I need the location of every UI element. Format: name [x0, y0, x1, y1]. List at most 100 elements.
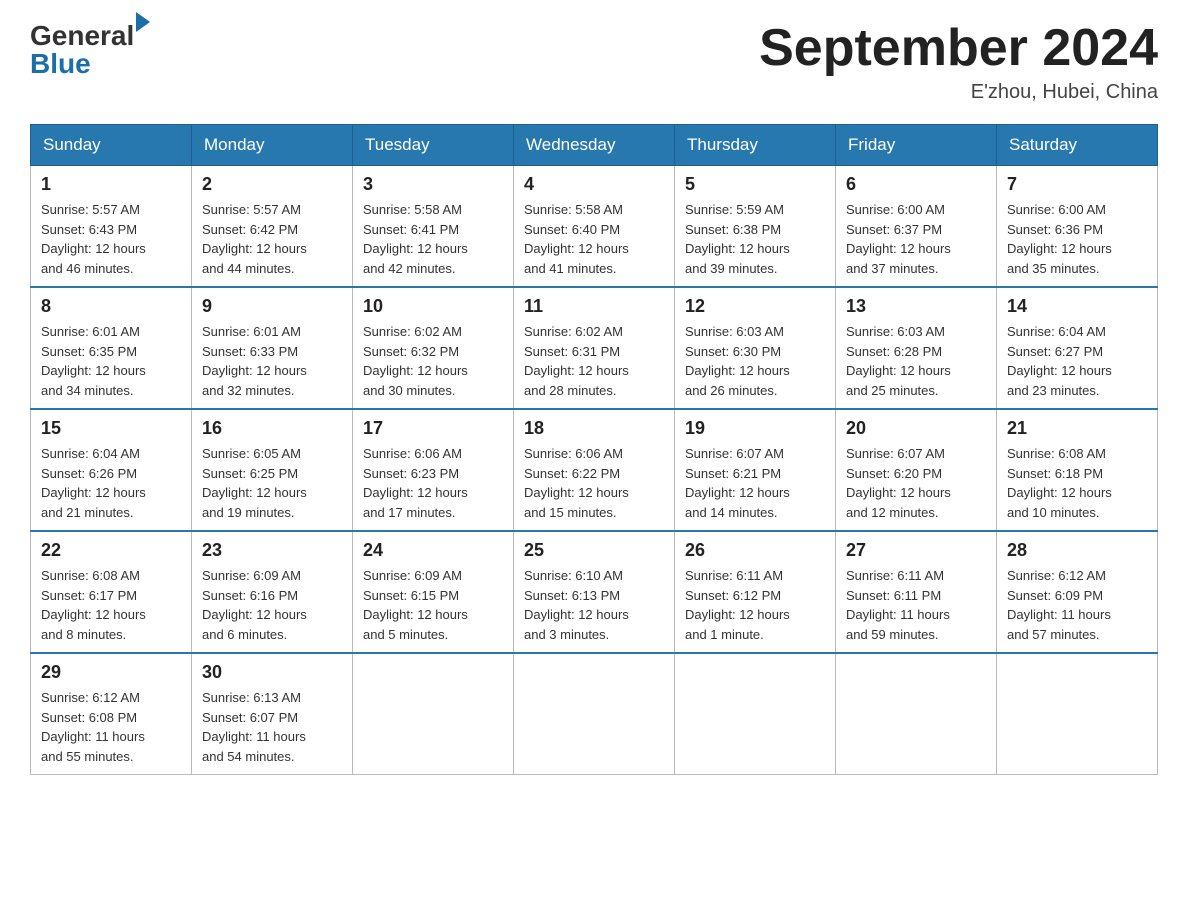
daylight-info-line2: and 21 minutes.	[41, 505, 134, 520]
page-header: General Blue September 2024 E'zhou, Hube…	[30, 20, 1158, 104]
daylight-info-line1: Daylight: 12 hours	[685, 241, 790, 256]
weekday-header-sunday: Sunday	[31, 125, 192, 166]
day-number: 29	[41, 662, 181, 683]
calendar-cell: 16Sunrise: 6:05 AMSunset: 6:25 PMDayligh…	[192, 409, 353, 531]
calendar-cell: 12Sunrise: 6:03 AMSunset: 6:30 PMDayligh…	[675, 287, 836, 409]
day-number: 27	[846, 540, 986, 561]
daylight-info-line2: and 17 minutes.	[363, 505, 456, 520]
daylight-info-line2: and 37 minutes.	[846, 261, 939, 276]
sunset-info: Sunset: 6:41 PM	[363, 222, 459, 237]
day-info: Sunrise: 6:08 AMSunset: 6:18 PMDaylight:…	[1007, 444, 1147, 522]
day-number: 16	[202, 418, 342, 439]
day-info: Sunrise: 6:10 AMSunset: 6:13 PMDaylight:…	[524, 566, 664, 644]
daylight-info-line1: Daylight: 11 hours	[202, 729, 306, 744]
day-number: 17	[363, 418, 503, 439]
daylight-info-line1: Daylight: 12 hours	[41, 363, 146, 378]
sunset-info: Sunset: 6:21 PM	[685, 466, 781, 481]
sunset-info: Sunset: 6:17 PM	[41, 588, 137, 603]
daylight-info-line1: Daylight: 12 hours	[524, 363, 629, 378]
day-info: Sunrise: 6:01 AMSunset: 6:35 PMDaylight:…	[41, 322, 181, 400]
daylight-info-line1: Daylight: 11 hours	[846, 607, 950, 622]
daylight-info-line2: and 42 minutes.	[363, 261, 456, 276]
logo-general-text: General	[30, 20, 134, 51]
day-info: Sunrise: 6:03 AMSunset: 6:30 PMDaylight:…	[685, 322, 825, 400]
sunrise-info: Sunrise: 5:57 AM	[202, 202, 301, 217]
sunrise-info: Sunrise: 6:05 AM	[202, 446, 301, 461]
sunset-info: Sunset: 6:40 PM	[524, 222, 620, 237]
calendar-cell: 10Sunrise: 6:02 AMSunset: 6:32 PMDayligh…	[353, 287, 514, 409]
day-number: 18	[524, 418, 664, 439]
calendar-cell	[514, 653, 675, 775]
sunrise-info: Sunrise: 6:06 AM	[524, 446, 623, 461]
calendar-cell: 30Sunrise: 6:13 AMSunset: 6:07 PMDayligh…	[192, 653, 353, 775]
weekday-header-saturday: Saturday	[997, 125, 1158, 166]
daylight-info-line1: Daylight: 12 hours	[524, 241, 629, 256]
calendar-cell: 21Sunrise: 6:08 AMSunset: 6:18 PMDayligh…	[997, 409, 1158, 531]
day-info: Sunrise: 6:08 AMSunset: 6:17 PMDaylight:…	[41, 566, 181, 644]
calendar-cell: 7Sunrise: 6:00 AMSunset: 6:36 PMDaylight…	[997, 166, 1158, 288]
calendar-cell: 6Sunrise: 6:00 AMSunset: 6:37 PMDaylight…	[836, 166, 997, 288]
day-info: Sunrise: 6:12 AMSunset: 6:09 PMDaylight:…	[1007, 566, 1147, 644]
day-number: 13	[846, 296, 986, 317]
day-number: 26	[685, 540, 825, 561]
sunrise-info: Sunrise: 6:03 AM	[685, 324, 784, 339]
sunset-info: Sunset: 6:27 PM	[1007, 344, 1103, 359]
day-number: 11	[524, 296, 664, 317]
sunset-info: Sunset: 6:30 PM	[685, 344, 781, 359]
calendar-cell: 28Sunrise: 6:12 AMSunset: 6:09 PMDayligh…	[997, 531, 1158, 653]
daylight-info-line2: and 25 minutes.	[846, 383, 939, 398]
calendar-cell: 8 Sunrise: 6:01 AMSunset: 6:35 PMDaylight…	[31, 287, 192, 409]
daylight-info-line1: Daylight: 12 hours	[846, 485, 951, 500]
daylight-info-line1: Daylight: 11 hours	[1007, 607, 1111, 622]
daylight-info-line2: and 32 minutes.	[202, 383, 295, 398]
sunrise-info: Sunrise: 5:57 AM	[41, 202, 140, 217]
daylight-info-line2: and 39 minutes.	[685, 261, 778, 276]
sunrise-info: Sunrise: 6:03 AM	[846, 324, 945, 339]
sunrise-info: Sunrise: 6:12 AM	[41, 690, 140, 705]
sunset-info: Sunset: 6:25 PM	[202, 466, 298, 481]
sunrise-info: Sunrise: 6:01 AM	[41, 324, 140, 339]
day-info: Sunrise: 6:04 AMSunset: 6:26 PMDaylight:…	[41, 444, 181, 522]
day-number: 6	[846, 174, 986, 195]
day-info: Sunrise: 6:09 AMSunset: 6:16 PMDaylight:…	[202, 566, 342, 644]
daylight-info-line1: Daylight: 12 hours	[363, 485, 468, 500]
calendar-cell: 13Sunrise: 6:03 AMSunset: 6:28 PMDayligh…	[836, 287, 997, 409]
daylight-info-line2: and 8 minutes.	[41, 627, 126, 642]
daylight-info-line1: Daylight: 12 hours	[524, 485, 629, 500]
sunrise-info: Sunrise: 5:59 AM	[685, 202, 784, 217]
sunset-info: Sunset: 6:09 PM	[1007, 588, 1103, 603]
day-number: 1	[41, 174, 181, 195]
sunset-info: Sunset: 6:20 PM	[846, 466, 942, 481]
calendar-cell: 24Sunrise: 6:09 AMSunset: 6:15 PMDayligh…	[353, 531, 514, 653]
sunrise-info: Sunrise: 6:04 AM	[1007, 324, 1106, 339]
day-number: 9	[202, 296, 342, 317]
sunrise-info: Sunrise: 6:02 AM	[524, 324, 623, 339]
day-number: 8	[41, 296, 181, 317]
calendar-cell	[353, 653, 514, 775]
month-year-title: September 2024	[759, 20, 1158, 77]
day-number: 7	[1007, 174, 1147, 195]
day-number: 19	[685, 418, 825, 439]
sunset-info: Sunset: 6:11 PM	[846, 588, 941, 603]
daylight-info-line1: Daylight: 12 hours	[41, 485, 146, 500]
sunset-info: Sunset: 6:26 PM	[41, 466, 137, 481]
daylight-info-line2: and 10 minutes.	[1007, 505, 1100, 520]
daylight-info-line1: Daylight: 12 hours	[202, 607, 307, 622]
sunset-info: Sunset: 6:22 PM	[524, 466, 620, 481]
day-info: Sunrise: 6:04 AMSunset: 6:27 PMDaylight:…	[1007, 322, 1147, 400]
calendar-cell: 5Sunrise: 5:59 AMSunset: 6:38 PMDaylight…	[675, 166, 836, 288]
daylight-info-line2: and 3 minutes.	[524, 627, 609, 642]
daylight-info-line1: Daylight: 12 hours	[524, 607, 629, 622]
calendar-cell: 29Sunrise: 6:12 AMSunset: 6:08 PMDayligh…	[31, 653, 192, 775]
calendar-cell	[997, 653, 1158, 775]
weekday-header-tuesday: Tuesday	[353, 125, 514, 166]
sunrise-info: Sunrise: 6:13 AM	[202, 690, 301, 705]
sunset-info: Sunset: 6:08 PM	[41, 710, 137, 725]
sunset-info: Sunset: 6:36 PM	[1007, 222, 1103, 237]
sunset-info: Sunset: 6:23 PM	[363, 466, 459, 481]
day-number: 4	[524, 174, 664, 195]
day-info: Sunrise: 6:06 AM Sunset: 6:22 PM Daylight:…	[524, 444, 664, 522]
sunset-info: Sunset: 6:32 PM	[363, 344, 459, 359]
day-number: 5	[685, 174, 825, 195]
sunset-info: Sunset: 6:42 PM	[202, 222, 298, 237]
